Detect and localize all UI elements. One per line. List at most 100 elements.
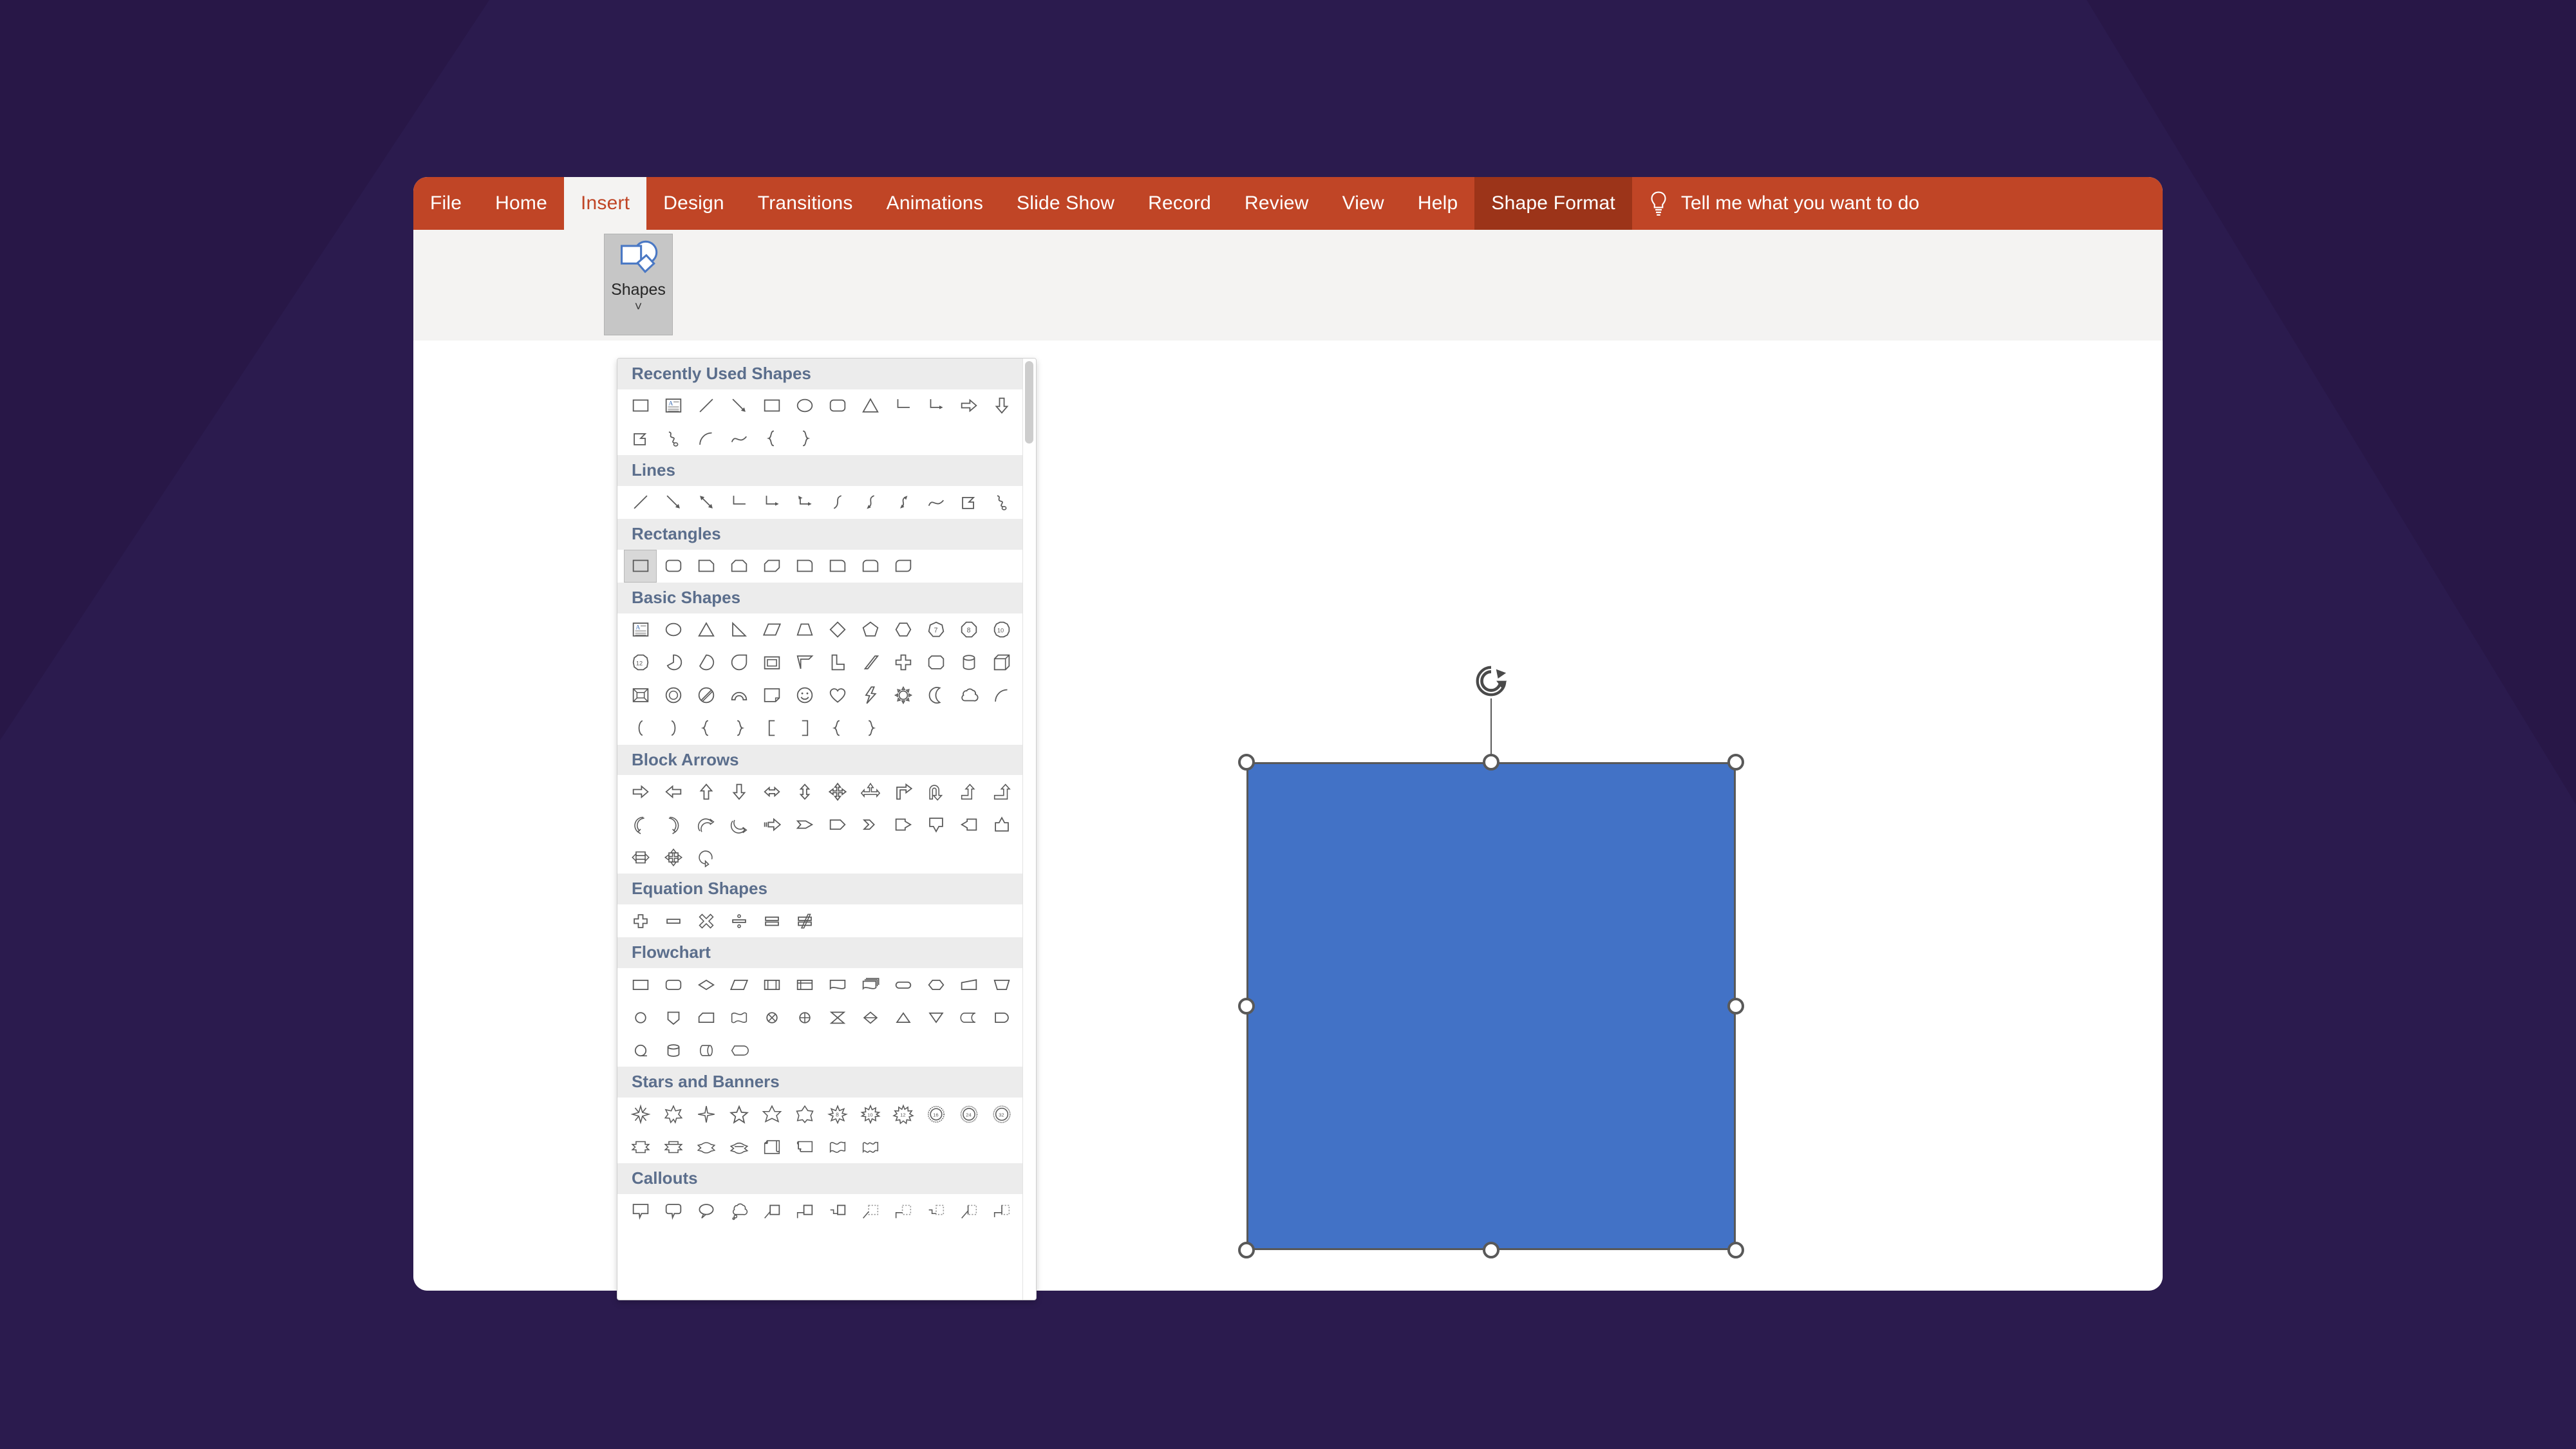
shape-down-arrow[interactable] [722,775,755,808]
shape-cloud-callout[interactable] [722,1194,755,1227]
handle-top-left[interactable] [1238,754,1255,771]
shape-star-16-point[interactable]: 16 [919,1098,952,1130]
shape-line[interactable] [624,486,657,519]
shape-minus[interactable] [657,904,690,937]
shape-flowchart-document[interactable] [821,968,854,1001]
shape-round-diagonal-corner-rectangle[interactable] [887,550,919,583]
shape-right-triangle[interactable] [722,613,755,646]
shape-flowchart-delay[interactable] [985,1001,1018,1034]
shape-rectangle[interactable] [624,549,657,583]
shape-heptagon[interactable]: 7 [919,613,952,646]
shape-sun[interactable] [887,679,919,712]
shape-snip-same-side-corner-rectangle[interactable] [722,550,755,583]
shape-vertical-scroll[interactable] [755,1130,788,1163]
shape-cross[interactable] [887,646,919,679]
shape-flowchart-internal-storage[interactable] [788,968,821,1001]
shape-left-up-arrow[interactable] [952,775,985,808]
shape-left-right-arrow[interactable] [755,775,788,808]
shape-star-4-point[interactable] [624,1098,657,1130]
ribbon-tab-view[interactable]: View [1326,177,1401,230]
shape-plus[interactable] [624,904,657,937]
shape-left-brace[interactable] [755,422,788,455]
shape-bent-up-arrow[interactable] [985,775,1018,808]
shape-flowchart-connector[interactable] [624,1001,657,1034]
shape-regular-pentagon-cut[interactable] [919,646,952,679]
tell-me-search[interactable]: Tell me what you want to do [1632,177,1936,230]
ribbon-tab-design[interactable]: Design [646,177,741,230]
ribbon-tab-animations[interactable]: Animations [870,177,1000,230]
shape-round-single-corner-rectangle[interactable] [821,550,854,583]
shape-horizontal-scroll[interactable] [788,1130,821,1163]
shape-elbow-double-arrow-connector[interactable] [788,486,821,519]
shape-dodecagon[interactable]: 12 [624,646,657,679]
shape-quad-arrow-callout[interactable] [657,841,690,874]
handle-bottom-center[interactable] [1483,1242,1500,1258]
shape-snip-diagonal-corner-rectangle[interactable] [755,550,788,583]
shape-curved-left-arrow[interactable] [624,808,657,841]
ribbon-tab-help[interactable]: Help [1401,177,1475,230]
shape-flowchart-sequential-access[interactable] [624,1034,657,1067]
shape-l-shape[interactable] [821,646,854,679]
chevron-down-icon[interactable]: ˅ [635,301,643,313]
shape-octagon[interactable]: 8 [952,613,985,646]
handle-bottom-left[interactable] [1238,1242,1255,1258]
shape-line-callout-3-border[interactable] [919,1194,952,1227]
ribbon-tab-review[interactable]: Review [1228,177,1326,230]
shape-flowchart-display[interactable] [722,1034,755,1067]
shape-flowchart-extract[interactable] [887,1001,919,1034]
shapes-gallery-scrollbar[interactable] [1022,359,1036,1300]
shape-line-callout-1[interactable] [755,1194,788,1227]
shape-donut[interactable] [657,679,690,712]
shape-left-brace[interactable] [821,712,854,745]
shape-flowchart-stored-data[interactable] [952,1001,985,1034]
shape-flowchart-multidocument[interactable] [854,968,887,1001]
shape-flowchart-terminator[interactable] [887,968,919,1001]
shape-line-arrow[interactable] [657,486,690,519]
shape-right-bracket-2[interactable] [788,712,821,745]
ribbon-tab-shape-format[interactable]: Shape Format [1474,177,1632,230]
shape-star-4-point-thin[interactable] [690,1098,722,1130]
shape-scribble[interactable] [657,422,690,455]
shape-pentagon-arrow[interactable] [821,808,854,841]
shape-right-arrow-callout[interactable] [887,808,919,841]
shape-star-12-point[interactable]: 12 [887,1098,919,1130]
ribbon-tab-slide-show[interactable]: Slide Show [1000,177,1131,230]
shape-up-ribbon[interactable] [624,1130,657,1163]
shape-right-brace[interactable] [788,422,821,455]
shape-down-ribbon[interactable] [657,1130,690,1163]
shape-flowchart-alternate-process[interactable] [657,968,690,1001]
shape-elbow-connector[interactable] [722,486,755,519]
shape-block-arc[interactable] [722,679,755,712]
shape-curved-double-arrow-connector[interactable] [887,486,919,519]
handle-top-right[interactable] [1727,754,1744,771]
shape-flowchart-sort[interactable] [854,1001,887,1034]
shape-curved-down-arrow[interactable] [722,808,755,841]
handle-middle-right[interactable] [1727,998,1744,1014]
shape-scribble[interactable] [985,486,1018,519]
shape-rectangular-callout[interactable] [624,1194,657,1227]
shape-folded-corner[interactable] [755,679,788,712]
shape-left-bracket-2[interactable] [755,712,788,745]
shapes-gallery-dropdown[interactable]: Recently Used Shapes A Lines Rectangles Basi… [617,358,1037,1300]
shapes-button[interactable]: Shapes ˅ [604,234,673,335]
shape-star-5-point[interactable] [722,1098,755,1130]
shape-star-24-point[interactable]: 24 [952,1098,985,1130]
handle-top-center[interactable] [1483,754,1500,771]
shape-wave[interactable] [821,1130,854,1163]
shape-line-double-arrow[interactable] [690,486,722,519]
shape-frame[interactable] [755,646,788,679]
shape-flowchart-magnetic-disk[interactable] [657,1034,690,1067]
shape-cylinder[interactable] [952,646,985,679]
shape-round-same-side-corner-rectangle[interactable] [854,550,887,583]
shape-diamond[interactable] [821,613,854,646]
shape-flowchart-merge[interactable] [919,1001,952,1034]
shape-no-symbol[interactable] [690,679,722,712]
shape-moon[interactable] [919,679,952,712]
shape-star-32-point[interactable]: 32 [985,1098,1018,1130]
shape-isosceles-triangle[interactable] [690,613,722,646]
shape-decagon[interactable]: 10 [985,613,1018,646]
shape-flowchart-preparation[interactable] [919,968,952,1001]
shape-curved-right-arrow[interactable] [657,808,690,841]
shape-curved-down-ribbon[interactable] [722,1130,755,1163]
ribbon-tab-file[interactable]: File [413,177,478,230]
